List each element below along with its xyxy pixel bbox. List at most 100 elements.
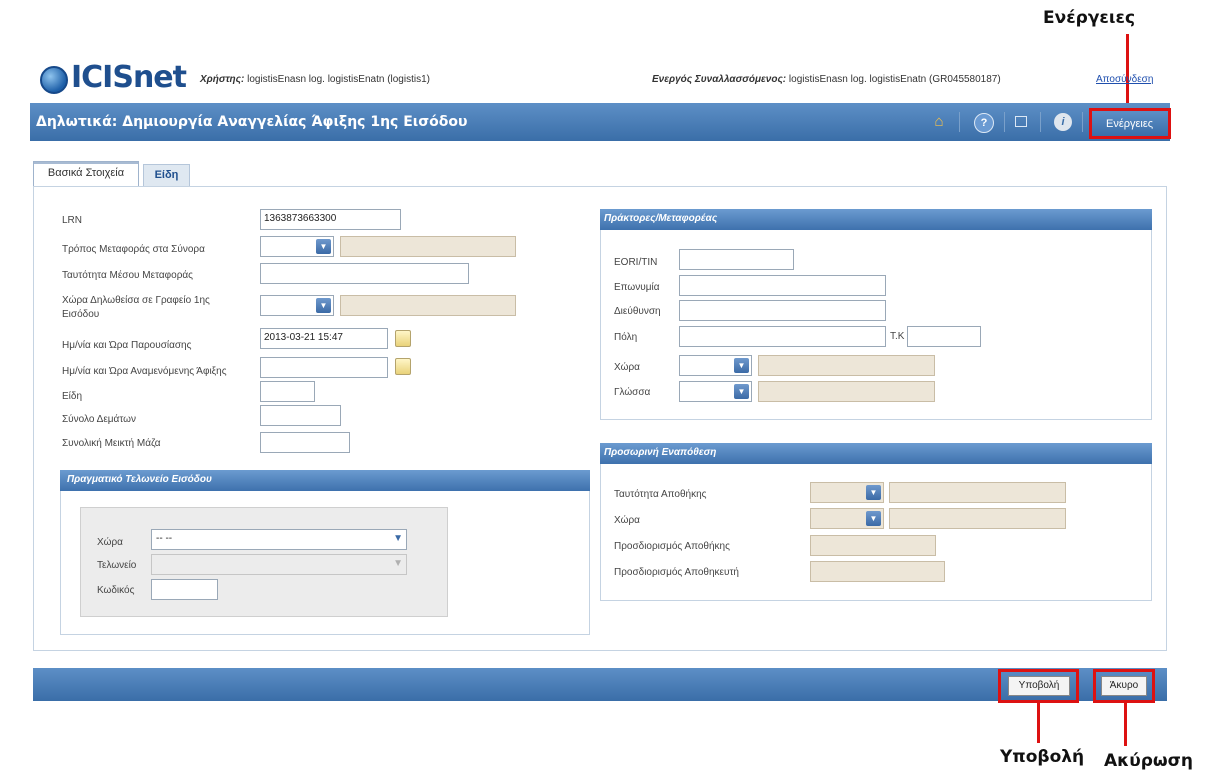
actions-button-label: Ενέργειες [1106, 118, 1154, 130]
chevron-down-icon: ▼ [734, 358, 749, 373]
keeper-spec-input [810, 561, 945, 582]
office-code-label: Κωδικός [97, 585, 135, 596]
agent-country-desc [758, 355, 935, 376]
callout-actions: Ενέργειες [1043, 8, 1136, 28]
home-icon[interactable]: ⌂ [930, 113, 948, 131]
toolbar-separator [1004, 112, 1005, 132]
packages-input[interactable] [260, 405, 341, 426]
office-country-value: -- -- [156, 533, 173, 544]
office-label: Τελωνείο [97, 560, 137, 571]
actual-office-header: Πραγματικό Τελωνείο Εισόδου [60, 470, 590, 491]
keeper-spec-label: Προσδιορισμός Αποθηκευτή [614, 567, 739, 578]
chevron-down-icon: ▼ [866, 485, 881, 500]
cancel-button[interactable]: Άκυρο [1101, 676, 1147, 696]
transport-id-input[interactable] [260, 263, 469, 284]
country-office-label: Χώρα Δηλωθείσα σε Γραφείο 1ης Εισόδου [62, 295, 210, 320]
agent-name-input[interactable] [679, 275, 886, 296]
actions-button[interactable]: Ενέργειες [1089, 108, 1171, 139]
tab-basic[interactable]: Βασικά Στοιχεία [33, 161, 139, 187]
agent-name-label: Επωνυμία [614, 282, 660, 293]
user-info: Χρήστης: logistisEnasn log. logistisEnat… [200, 74, 430, 85]
transport-mode-label: Τρόπος Μεταφοράς στα Σύνορα [62, 244, 205, 255]
storage-country-select[interactable]: ▼ [810, 508, 884, 529]
chevron-down-icon: ▼ [393, 533, 403, 544]
trader-info: Ενεργός Συναλλασσόμενος: logistisEnasn l… [652, 74, 1001, 85]
transport-mode-desc [340, 236, 516, 257]
toolbar-separator [1082, 112, 1083, 132]
page-title: Δηλωτικά: Δημιουργία Αναγγελίας Άφιξης 1… [36, 114, 468, 130]
trader-label: Ενεργός Συναλλασσόμενος: [652, 74, 787, 85]
callout-line-cancel [1124, 700, 1127, 746]
transport-mode-select[interactable]: ▼ [260, 236, 334, 257]
agent-language-desc [758, 381, 935, 402]
app-logo: ICISnet [71, 60, 187, 95]
toolbar-separator [1040, 112, 1041, 132]
calendar-icon[interactable] [395, 330, 411, 347]
warehouse-id-desc [889, 482, 1066, 503]
toolbar-separator [959, 112, 960, 132]
country-office-select[interactable]: ▼ [260, 295, 334, 316]
office-country-label: Χώρα [97, 537, 123, 548]
warehouse-spec-label: Προσδιορισμός Αποθήκης [614, 541, 730, 552]
agent-language-label: Γλώσσα [614, 387, 651, 398]
agents-header: Πράκτορες/Μεταφορέας [600, 209, 1152, 230]
agents-title: Πράκτορες/Μεταφορέας [604, 213, 718, 224]
actual-office-title: Πραγματικό Τελωνείο Εισόδου [67, 474, 212, 485]
logo-globe-icon [40, 66, 68, 94]
warehouse-spec-input [810, 535, 936, 556]
callout-cancel: Ακύρωση [1104, 751, 1194, 771]
storage-country-desc [889, 508, 1066, 529]
chevron-down-icon: ▼ [734, 384, 749, 399]
tab-items[interactable]: Είδη [143, 164, 190, 187]
agent-postcode-input[interactable] [907, 326, 981, 347]
help-icon[interactable]: ? [974, 113, 994, 133]
user-label: Χρήστης: [200, 74, 245, 85]
presentation-input[interactable]: 2013-03-21 15:47 [260, 328, 388, 349]
warehouse-id-label: Ταυτότητα Αποθήκης [614, 489, 707, 500]
logout-link[interactable]: Αποσύνδεση [1096, 74, 1153, 85]
agent-postcode-label: Τ.Κ [890, 331, 905, 342]
agent-country-select[interactable]: ▼ [679, 355, 752, 376]
office-code-input[interactable] [151, 579, 218, 600]
items-label: Είδη [62, 391, 83, 402]
temp-storage-header: Προσωρινή Εναπόθεση [600, 443, 1152, 464]
callout-line-submit [1037, 700, 1040, 743]
transport-id-label: Ταυτότητα Μέσου Μεταφοράς [62, 270, 193, 281]
window-icon[interactable] [1015, 116, 1027, 127]
calendar-icon[interactable] [395, 358, 411, 375]
office-country-select[interactable]: -- -- ▼ [151, 529, 407, 550]
storage-country-label: Χώρα [614, 515, 640, 526]
agent-city-label: Πόλη [614, 332, 638, 343]
chevron-down-icon: ▼ [316, 239, 331, 254]
gross-mass-label: Συνολική Μεικτή Μάζα [62, 438, 161, 449]
bottom-bar [33, 668, 1167, 701]
eori-input[interactable] [679, 249, 794, 270]
presentation-label: Ημ/νία και Ώρα Παρουσίασης [62, 340, 192, 351]
submit-button[interactable]: Υποβολή [1008, 676, 1070, 696]
agent-country-label: Χώρα [614, 362, 640, 373]
agent-address-input[interactable] [679, 300, 886, 321]
trader-value: logistisEnasn log. logistisEnatn (GR0455… [788, 74, 1001, 85]
agent-language-select[interactable]: ▼ [679, 381, 752, 402]
agent-city-input[interactable] [679, 326, 886, 347]
info-icon[interactable]: i [1054, 113, 1072, 131]
lrn-input[interactable]: 1363873663300 [260, 209, 401, 230]
items-input[interactable] [260, 381, 315, 402]
callout-submit: Υποβολή [1000, 747, 1085, 767]
temp-storage-title: Προσωρινή Εναπόθεση [604, 447, 717, 458]
packages-label: Σύνολο Δεμάτων [62, 414, 136, 425]
gross-mass-input[interactable] [260, 432, 350, 453]
chevron-down-icon: ▼ [866, 511, 881, 526]
lrn-label: LRN [62, 215, 83, 226]
chevron-down-icon: ▼ [316, 298, 331, 313]
chevron-down-icon: ▼ [393, 558, 403, 569]
title-bar: Δηλωτικά: Δημιουργία Αναγγελίας Άφιξης 1… [30, 103, 1170, 141]
office-select[interactable]: ▼ [151, 554, 407, 575]
expected-arrival-label: Ημ/νία και Ώρα Αναμενόμενης Άφιξης [62, 366, 227, 377]
user-value: logistisEnasn log. logistisEnatn (logist… [247, 74, 430, 85]
country-office-desc [340, 295, 516, 316]
callout-line-actions [1126, 34, 1129, 110]
eori-label: EORI/TIN [614, 257, 658, 268]
warehouse-id-select[interactable]: ▼ [810, 482, 884, 503]
expected-arrival-input[interactable] [260, 357, 388, 378]
